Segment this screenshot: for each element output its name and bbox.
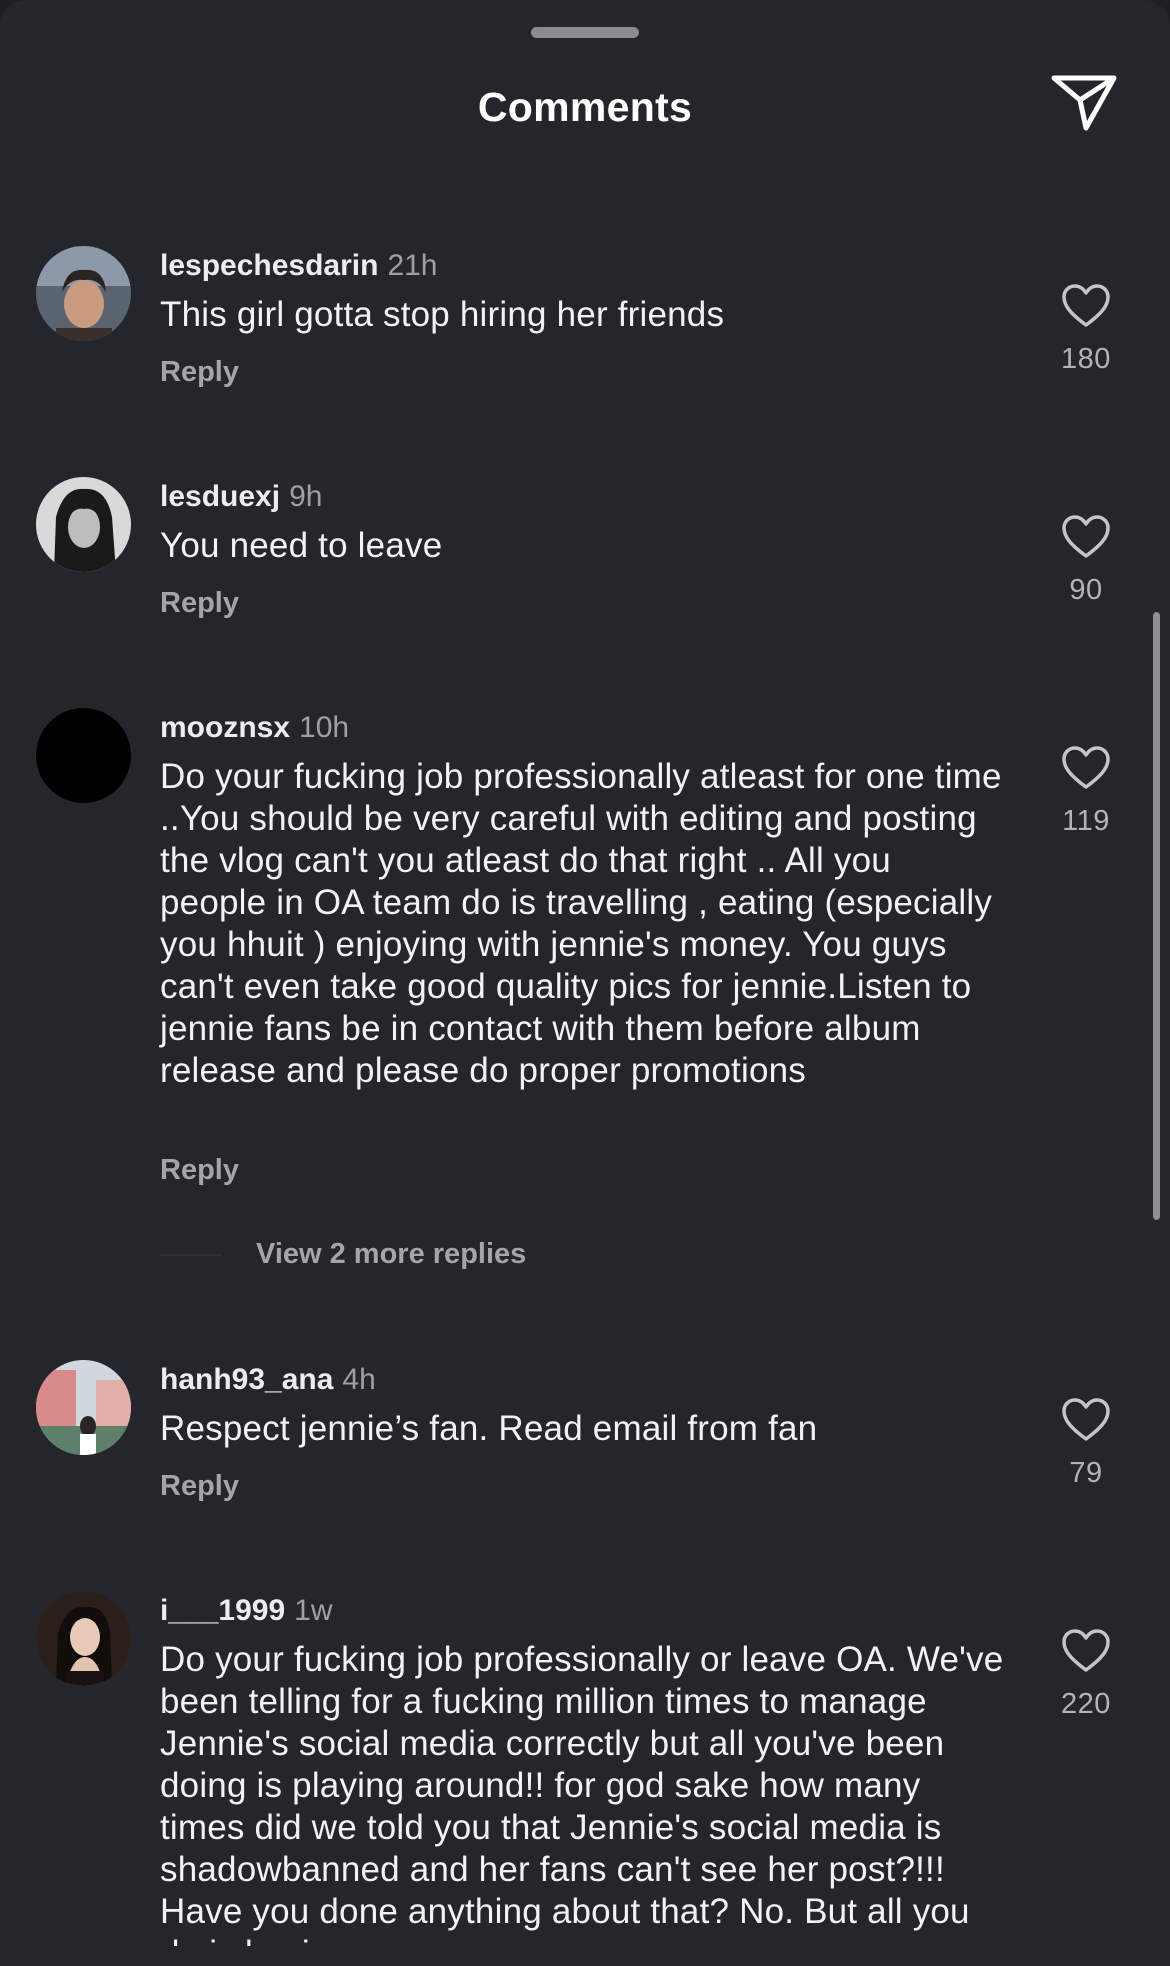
username[interactable]: i___1999 (160, 1594, 285, 1627)
reply-button[interactable]: Reply (160, 1470, 239, 1503)
like-button[interactable]: 220 (1040, 1628, 1132, 1721)
like-button[interactable]: 90 (1040, 514, 1132, 607)
avatar[interactable] (36, 1591, 131, 1686)
like-button[interactable]: 180 (1040, 283, 1132, 376)
avatar[interactable] (36, 246, 131, 341)
avatar[interactable] (36, 1360, 131, 1455)
like-count: 79 (1069, 1457, 1103, 1489)
view-more-replies-label: View 2 more replies (256, 1238, 527, 1270)
heart-icon (1062, 515, 1110, 558)
heart-icon (1062, 746, 1110, 789)
thread-divider (160, 1253, 222, 1256)
comment-meta: mooznsx 10h (160, 710, 349, 746)
view-more-replies-button[interactable]: View 2 more replies (160, 1238, 526, 1278)
heart-icon (1062, 1629, 1110, 1672)
comment-text: Do your fucking job professionally atlea… (160, 757, 1002, 1090)
timestamp: 10h (299, 711, 350, 744)
heart-icon (1062, 1398, 1110, 1441)
like-count: 90 (1069, 574, 1103, 606)
heart-icon (1062, 284, 1110, 327)
avatar[interactable] (36, 477, 131, 572)
comment-meta: lespechesdarin 21h (160, 248, 438, 284)
comment-meta: hanh93_ana 4h (160, 1362, 376, 1398)
comment-meta: i___1999 1w (160, 1593, 333, 1629)
username[interactable]: lesduexj (160, 480, 280, 513)
reply-button[interactable]: Reply (160, 1154, 239, 1187)
comment-meta: lesduexj 9h (160, 479, 322, 515)
timestamp: 21h (387, 249, 438, 282)
like-count: 180 (1061, 343, 1111, 375)
like-count: 119 (1062, 805, 1110, 837)
avatar[interactable] (36, 708, 131, 803)
like-button[interactable]: 119 (1040, 745, 1132, 838)
username[interactable]: hanh93_ana (160, 1363, 333, 1396)
username[interactable]: lespechesdarin (160, 249, 378, 282)
scrollbar[interactable] (1153, 612, 1160, 1220)
like-button[interactable]: 79 (1040, 1397, 1132, 1490)
comment-text: Do your fucking job professionally or le… (160, 1640, 1004, 1946)
timestamp: 4h (342, 1363, 376, 1396)
comments-list[interactable]: lespechesdarin 21h This girl gotta stop h… (0, 0, 1170, 1946)
username[interactable]: mooznsx (160, 711, 290, 744)
comment-text: This girl gotta stop hiring her friends (160, 295, 725, 334)
comments-sheet: Comments lespechesdarin 21h This girl got… (0, 0, 1170, 1966)
comment-text: Respect jennie’s fan. Read email from fa… (160, 1409, 818, 1448)
reply-button[interactable]: Reply (160, 356, 239, 389)
timestamp: 9h (289, 480, 323, 513)
comment-text: You need to leave (160, 526, 443, 565)
like-count: 220 (1061, 1688, 1111, 1720)
reply-button[interactable]: Reply (160, 587, 239, 620)
timestamp: 1w (294, 1594, 333, 1627)
